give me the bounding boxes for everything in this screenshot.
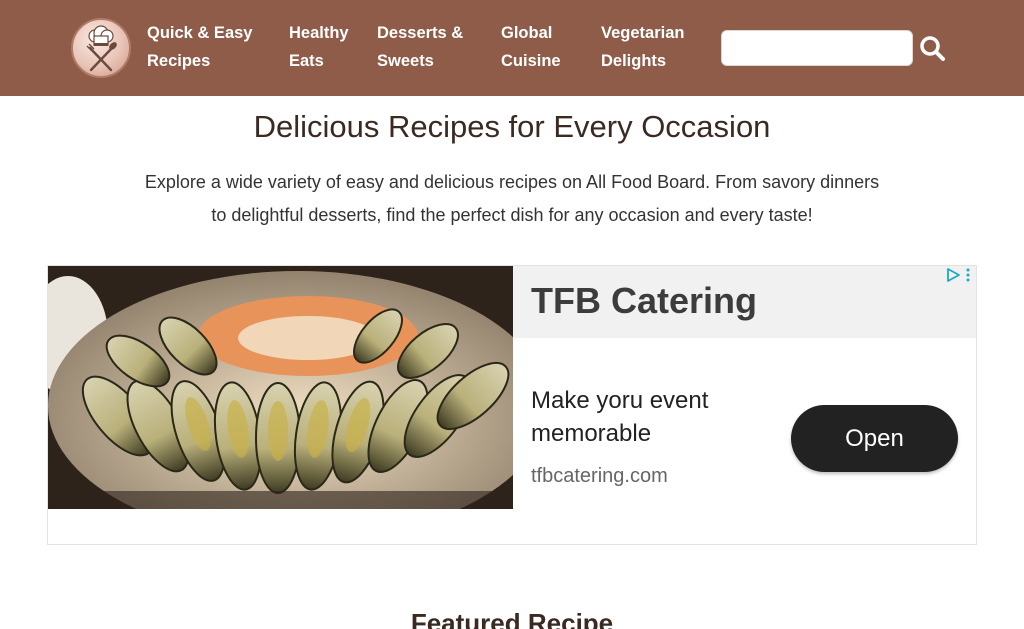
ad-headline[interactable]: Make yoru event memorable bbox=[531, 384, 761, 450]
nav-desserts-sweets[interactable]: Desserts & Sweets bbox=[377, 19, 463, 75]
ad-open-button[interactable]: Open bbox=[791, 405, 958, 472]
search-icon bbox=[920, 36, 945, 61]
nav-label-line1: Global bbox=[501, 24, 553, 42]
nav-label-line2: Recipes bbox=[147, 52, 211, 70]
nav-label-line1: Desserts & bbox=[377, 24, 464, 42]
more-vertical-icon[interactable] bbox=[964, 268, 972, 282]
featured-recipe-heading: Featured Recipe bbox=[410, 608, 614, 629]
nav-quick-easy-recipes[interactable]: Quick & Easy Recipes bbox=[147, 19, 252, 75]
nav-label-line1: Vegetarian bbox=[601, 24, 685, 42]
site-header: Quick & Easy Recipes Healthy Eats Desser… bbox=[0, 0, 1024, 96]
site-logo[interactable] bbox=[71, 18, 131, 78]
nav-label-line2: Delights bbox=[601, 52, 667, 70]
search-input[interactable] bbox=[721, 30, 913, 66]
nav-global-cuisine[interactable]: Global Cuisine bbox=[501, 19, 561, 75]
nav-vegetarian-delights[interactable]: Vegetarian Delights bbox=[601, 19, 684, 75]
intro-line-1: Explore a wide variety of easy and delic… bbox=[144, 172, 880, 192]
nav-label-line2: Eats bbox=[289, 52, 324, 70]
seafood-platter-image[interactable] bbox=[48, 266, 513, 509]
adchoices-icon[interactable] bbox=[946, 268, 960, 282]
ad-brand-name[interactable]: TFB Catering bbox=[531, 280, 757, 322]
nav-label-line1: Healthy bbox=[289, 24, 349, 42]
ad-display-url[interactable]: tfbcatering.com bbox=[531, 465, 668, 488]
nav-healthy-eats[interactable]: Healthy Eats bbox=[289, 19, 349, 75]
page-title: Delicious Recipes for Every Occasion bbox=[253, 109, 771, 144]
chef-hat-fork-spoon-icon bbox=[86, 25, 117, 72]
intro-text: Explore a wide variety of easy and delic… bbox=[100, 166, 924, 232]
nav-label-line2: Cuisine bbox=[501, 52, 561, 70]
nav-label-line2: Sweets bbox=[377, 52, 434, 70]
nav-label-line1: Quick & Easy bbox=[147, 24, 253, 42]
advertisement[interactable]: TFB Catering Make yoru event memorable t… bbox=[47, 265, 977, 545]
intro-line-2: to delightful desserts, find the perfect… bbox=[211, 205, 813, 225]
search-button[interactable] bbox=[918, 34, 948, 64]
